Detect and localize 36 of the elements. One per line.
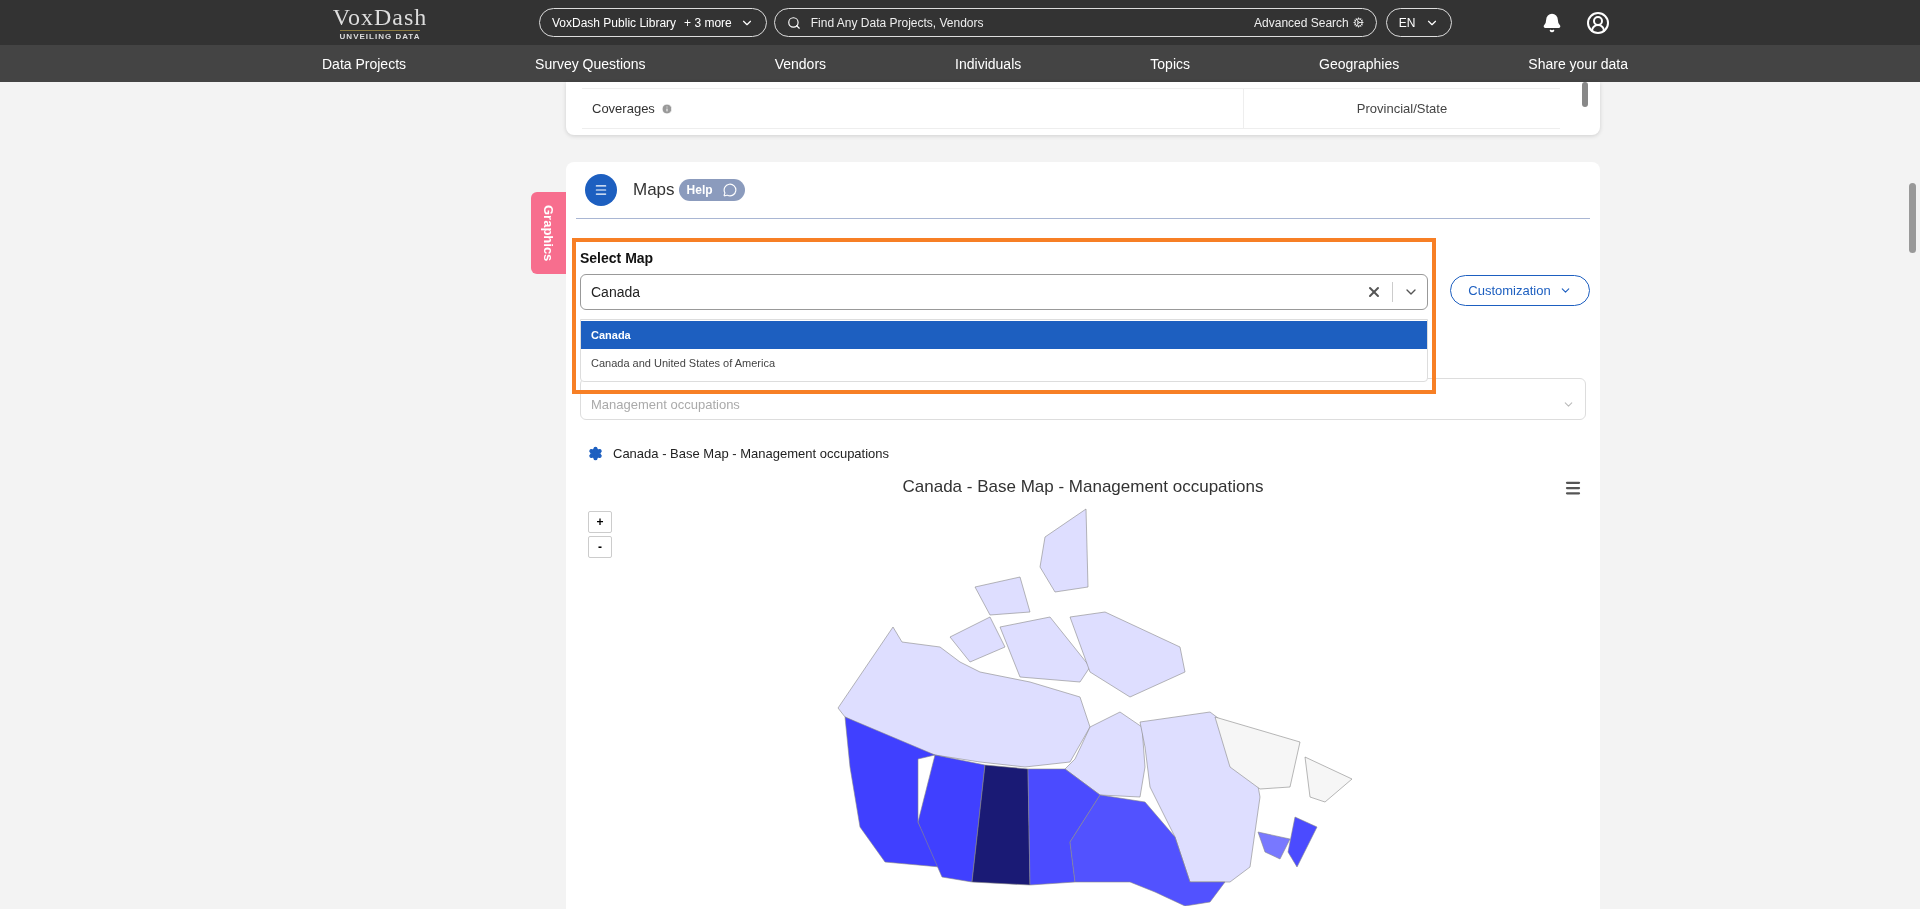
menu-icon[interactable]	[1564, 479, 1582, 497]
library-selector[interactable]: VoxDash Public Library + 3 more	[539, 8, 767, 37]
nav-link[interactable]: Individuals	[955, 55, 1022, 72]
advanced-search-link[interactable]: Advanced Search	[1254, 15, 1364, 30]
customization-button[interactable]: Customization	[1449, 275, 1590, 306]
nav-link[interactable]: Geographies	[1319, 55, 1400, 72]
map-select-field[interactable]: Canada	[580, 274, 1428, 310]
chart-title: Canada - Base Map - Management occupations	[902, 477, 1264, 497]
settings-icon[interactable]	[588, 446, 603, 461]
chat-bubble-icon	[722, 183, 737, 197]
logo-tagline: UNVEILING DATA	[339, 30, 421, 41]
language-selector[interactable]: EN	[1385, 8, 1452, 37]
nav-link[interactable]: Vendors	[774, 55, 827, 72]
scrollbar-thumb[interactable]	[1909, 183, 1916, 253]
field-label: Select Map	[580, 250, 655, 266]
nav-link[interactable]: Survey Questions	[535, 55, 646, 72]
table-cell: Provincial/State	[1243, 89, 1560, 128]
search-input[interactable]: Find Any Data Projects, Vendors	[808, 14, 1247, 31]
notifications-icon[interactable]	[1542, 12, 1562, 33]
map-settings-title: Canada - Base Map - Management occupations	[613, 446, 890, 461]
menu-icon	[594, 183, 608, 197]
logo-text[interactable]: VoxDash	[332, 4, 428, 30]
gear-icon	[1352, 17, 1364, 28]
row-label: Coverages	[592, 101, 655, 116]
nav-link[interactable]: Share your data	[1528, 55, 1628, 72]
section-title: Maps	[633, 180, 675, 200]
scrollbar-thumb[interactable]	[1582, 82, 1588, 107]
info-icon[interactable]	[660, 102, 673, 115]
zoom-in-button[interactable]: +	[588, 511, 612, 533]
user-avatar-icon[interactable]	[1586, 10, 1610, 35]
nav-link[interactable]: Data Projects	[322, 55, 407, 72]
nav-link[interactable]: Topics	[1150, 55, 1190, 72]
collapse-button[interactable]	[585, 174, 617, 206]
zoom-out-button[interactable]: -	[588, 536, 612, 558]
search-icon	[786, 15, 801, 30]
dropdown-option[interactable]: Canada	[581, 321, 1427, 349]
